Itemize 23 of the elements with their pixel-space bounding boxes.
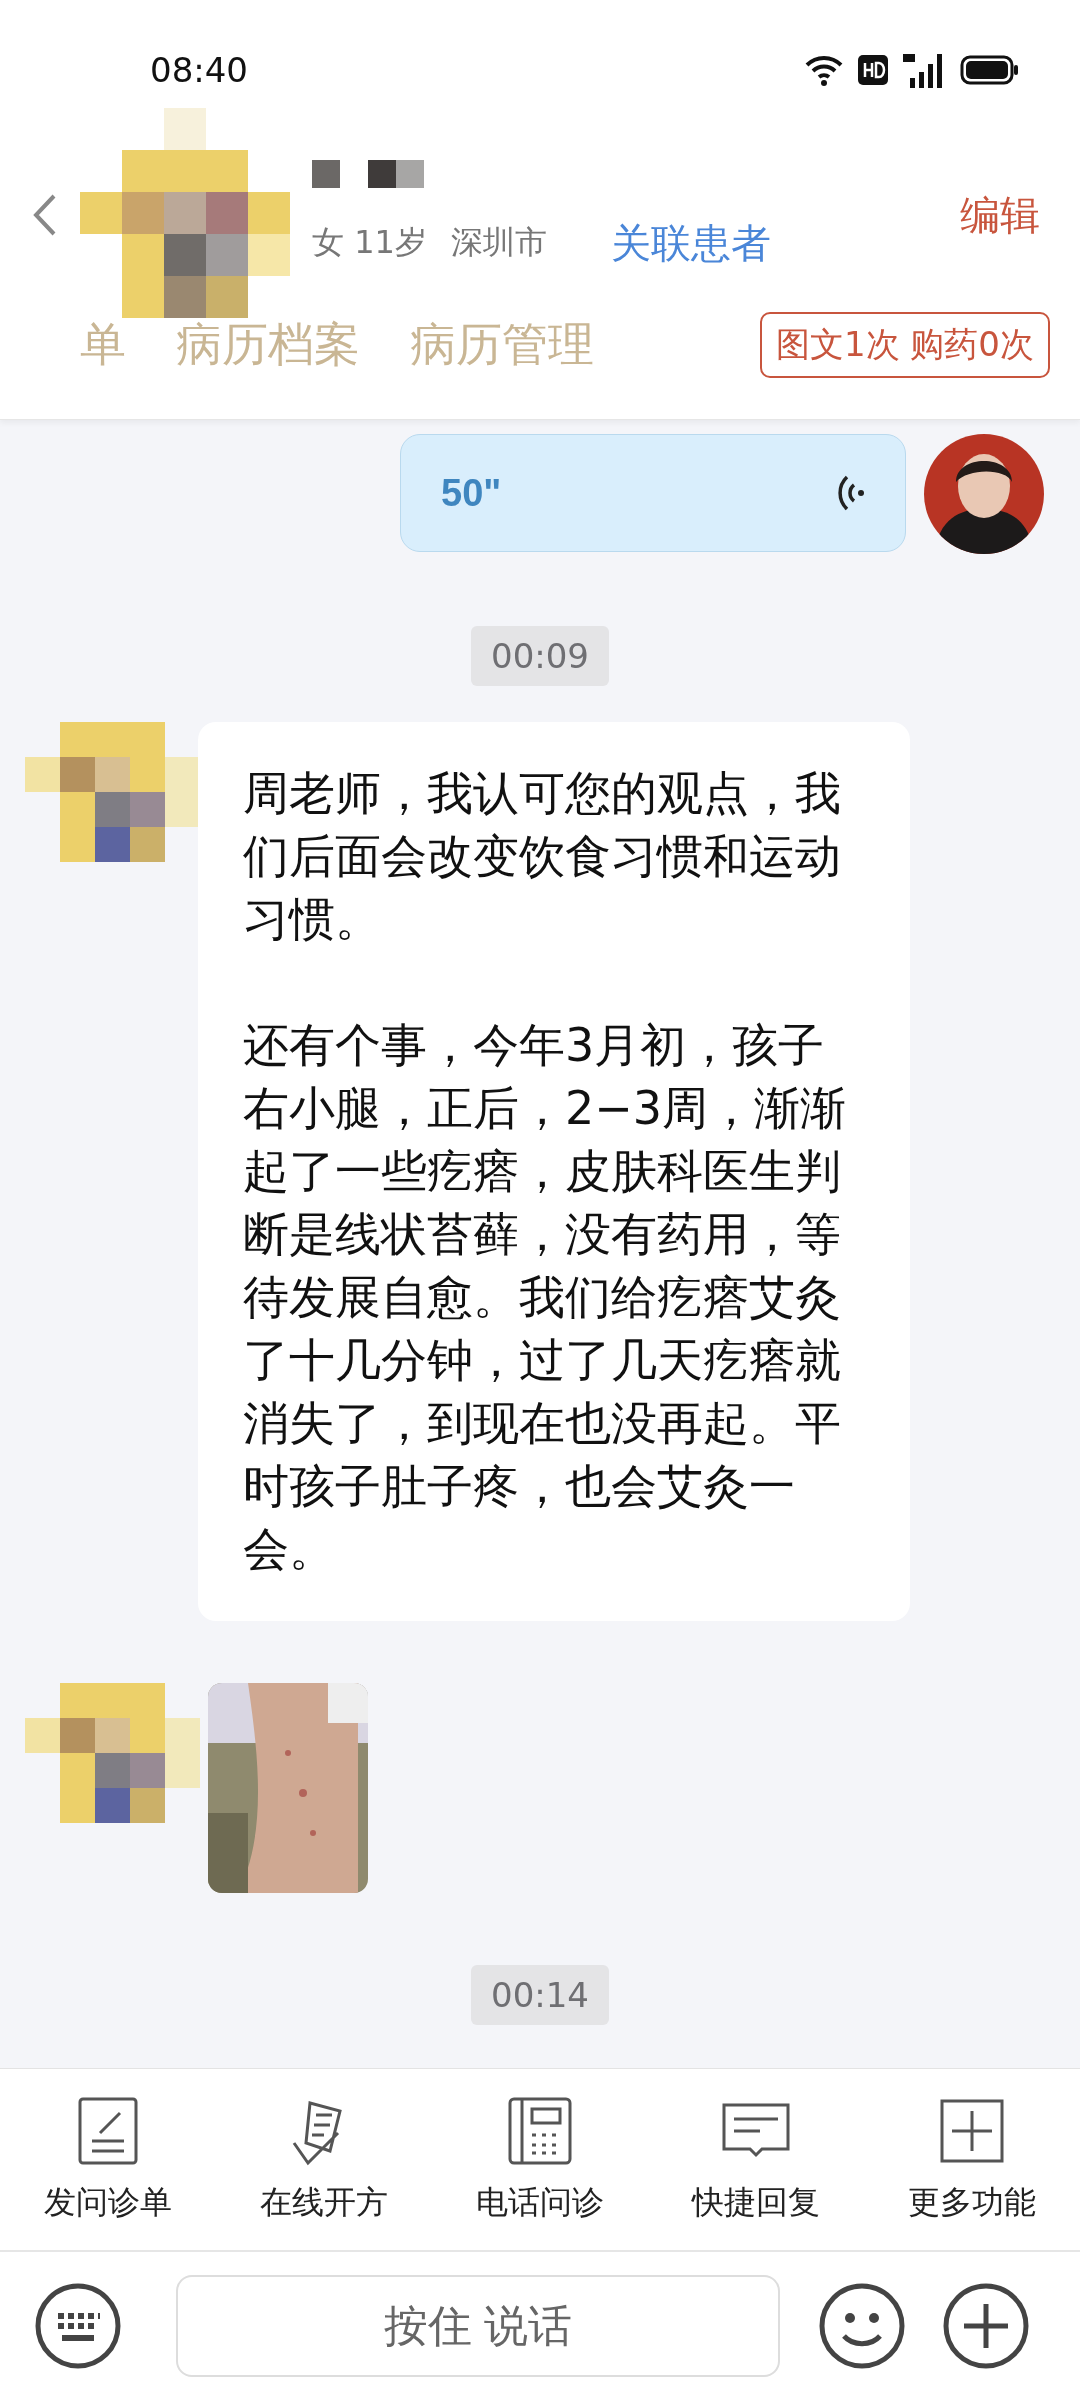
message-text: 还有个事，今年3月初，孩子右小腿，正后，2−3周，渐渐起了一些疙瘩，皮肤科医生判断是线状苔藓，没有药用，等待发展自愈。我们给疙瘩艾灸了十几分钟，过了几天疙瘩就消失了，到现在也没再起。平时孩子肚子疼，也会艾灸一会。	[243, 1017, 848, 1578]
message-text: 周老师，我认可您的观点，我们后面会改变饮食习惯和运动习惯。	[243, 765, 842, 948]
keyboard-icon[interactable]	[34, 2282, 122, 2370]
tool-button[interactable]: 更多功能	[864, 2094, 1080, 2225]
edit-link[interactable]: 编辑	[960, 187, 1040, 243]
emoji-icon[interactable]	[818, 2282, 906, 2370]
patient-age: 女 11岁	[312, 222, 427, 263]
wifi-icon	[804, 53, 844, 87]
battery-icon	[960, 55, 1020, 85]
link-patient-link[interactable]: 关联患者	[610, 215, 771, 271]
hd-icon	[858, 55, 888, 85]
tool-button[interactable]: 发问诊单	[0, 2094, 216, 2225]
status-time: 08:40	[150, 50, 248, 90]
add-icon[interactable]	[942, 2282, 1030, 2370]
timestamp: 00:09	[471, 626, 609, 686]
voice-message[interactable]: 50"	[400, 434, 906, 552]
tool-button[interactable]: 快捷回复	[648, 2094, 864, 2225]
hold-to-talk-button[interactable]: 按住 说话	[176, 2275, 780, 2377]
usage-badge: 图文1次 购药0次	[759, 312, 1050, 378]
tool-button[interactable]: 电话问诊	[432, 2094, 648, 2225]
tool-button[interactable]: 在线开方	[216, 2094, 432, 2225]
timestamp: 00:14	[471, 1965, 609, 2025]
patient-city: 深圳市	[450, 222, 547, 263]
